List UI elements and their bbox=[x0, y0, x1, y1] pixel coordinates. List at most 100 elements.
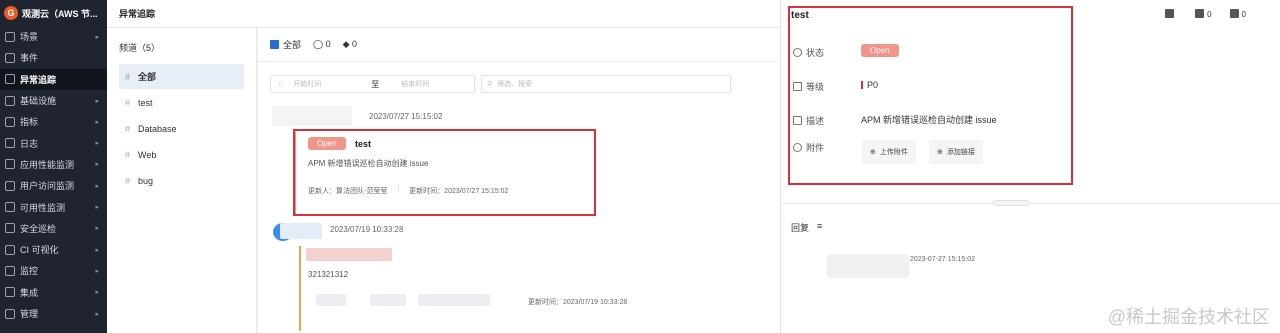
sidebar-item[interactable]: 异常追踪 bbox=[0, 68, 107, 90]
sidebar-item-label: 集成 bbox=[20, 287, 39, 298]
chevron-right-icon: ▸ bbox=[95, 289, 99, 297]
meta-blurred bbox=[370, 294, 406, 306]
level-field-label: 等级 bbox=[793, 80, 824, 93]
page-header: 异常追踪 bbox=[107, 0, 780, 28]
chevron-right-icon: ▸ bbox=[95, 182, 99, 190]
priority-marker bbox=[861, 81, 863, 89]
sidebar-item[interactable]: 事件 bbox=[0, 47, 107, 68]
nav-icon bbox=[5, 308, 15, 319]
tab-all[interactable]: 全部 bbox=[270, 38, 301, 51]
sidebar-item[interactable]: 日志 ▸ bbox=[0, 132, 107, 153]
sidebar-item[interactable]: 应用性能监测 ▸ bbox=[0, 154, 107, 175]
calendar-icon: □ bbox=[279, 80, 284, 88]
sidebar-item[interactable]: 可用性监测 ▸ bbox=[0, 196, 107, 217]
upload-icon: ⊕ bbox=[870, 149, 876, 156]
sidebar-item[interactable]: 基础设施 ▸ bbox=[0, 90, 107, 111]
issue-meta: 更新人：算法团队-范莹莹 | 更新时间：2023/07/27 15:15:02 bbox=[308, 186, 509, 195]
sidebar-item-label: 可用性监测 bbox=[20, 202, 66, 213]
main-sidebar: G 观测云（AWS 节... 场景 ▸ 事件 异常追踪 基础设施 ▸ 指标 ▸ 日志 ▸ 应用性能监… bbox=[0, 0, 107, 333]
sidebar-item[interactable]: 监控 ▸ bbox=[0, 260, 107, 281]
issue-desc: APM 新增错误巡检自动创建 issue bbox=[308, 159, 429, 168]
chevron-right-icon: ▸ bbox=[95, 267, 99, 275]
sidebar-item-label: 安全巡检 bbox=[20, 223, 57, 234]
sidebar-item[interactable]: 管理 ▸ bbox=[0, 303, 107, 324]
flag-icon bbox=[270, 40, 279, 49]
issue-title: test bbox=[355, 139, 372, 149]
page-title: 异常追踪 bbox=[119, 9, 156, 19]
bell-icon bbox=[1229, 9, 1239, 18]
nav-icon bbox=[5, 159, 15, 170]
nav-icon bbox=[5, 202, 15, 213]
bell-count[interactable]: ◆ 0 bbox=[343, 39, 357, 50]
sort-icon[interactable]: ≡ bbox=[817, 221, 822, 234]
nav-icon bbox=[5, 95, 15, 106]
sidebar-item-label: 用户访问监测 bbox=[20, 181, 75, 192]
user-name-blurred bbox=[280, 223, 322, 239]
nav-icon bbox=[5, 223, 15, 234]
channel-item-bug[interactable]: # bug bbox=[119, 168, 244, 193]
search-icon: ⚲ bbox=[487, 81, 493, 88]
avatar-blurred bbox=[272, 106, 352, 126]
sidebar-item[interactable]: 指标 ▸ bbox=[0, 111, 107, 132]
nav-icon bbox=[5, 116, 15, 127]
desc-value[interactable]: APM 新增错误巡检自动创建 issue bbox=[861, 113, 997, 126]
hash-icon: # bbox=[125, 71, 131, 82]
issue-list: 全部 ◯ 0 ◆ 0 □ 开始时间 至 结束时间 ⚲ 筛选、搜索 2023/07… bbox=[258, 28, 780, 333]
date-range-picker[interactable]: □ 开始时间 至 结束时间 bbox=[270, 75, 475, 93]
reply-user-blurred bbox=[827, 254, 909, 278]
level-value[interactable]: P0 bbox=[861, 80, 878, 90]
brand-logo-icon: G bbox=[4, 6, 18, 20]
badge-blurred bbox=[306, 248, 392, 261]
channel-item-test[interactable]: # test bbox=[119, 90, 244, 115]
workspace-name: 观测云（AWS 节... bbox=[22, 8, 98, 19]
sidebar-item[interactable]: 用户访问监测 ▸ bbox=[0, 175, 107, 196]
issue-card[interactable]: Open test APM 新增错误巡检自动创建 issue 更新人：算法团队-… bbox=[296, 129, 596, 217]
sidebar-item-label: 场景 bbox=[20, 32, 39, 43]
sidebar-item-label: 日志 bbox=[20, 138, 39, 149]
sidebar-item-label: 事件 bbox=[20, 53, 39, 64]
desc-field-label: 描述 bbox=[793, 114, 824, 127]
entry-time: 2023/07/27 15:15:02 bbox=[369, 112, 443, 121]
search-input[interactable]: ⚲ 筛选、搜索 bbox=[481, 75, 731, 93]
export-icon bbox=[1165, 9, 1175, 18]
status-value[interactable]: Open bbox=[861, 44, 899, 57]
member-count[interactable]: ◯ 0 bbox=[313, 39, 331, 50]
sidebar-item-label: 应用性能监测 bbox=[20, 159, 75, 170]
sidebar-item[interactable]: CI 可视化 ▸ bbox=[0, 239, 107, 260]
sidebar-item-label: 监控 bbox=[20, 266, 39, 277]
comment-icon bbox=[1195, 9, 1205, 18]
upload-attachment-button[interactable]: ⊕ 上传附件 bbox=[862, 140, 916, 164]
workspace-switcher[interactable]: G 观测云（AWS 节... bbox=[0, 0, 107, 26]
status-icon bbox=[793, 48, 802, 57]
channel-item-all[interactable]: # 全部 bbox=[119, 64, 244, 89]
meta-blurred bbox=[316, 294, 346, 306]
sidebar-item-label: CI 可视化 bbox=[20, 245, 59, 256]
chevron-right-icon: ▸ bbox=[95, 118, 99, 126]
hash-icon: # bbox=[125, 149, 131, 160]
bell-count[interactable]: 0 bbox=[1229, 9, 1246, 19]
channel-item-web[interactable]: # Web bbox=[119, 142, 244, 167]
sidebar-item-label: 异常追踪 bbox=[20, 74, 57, 85]
sidebar-item[interactable]: 场景 ▸ bbox=[0, 26, 107, 47]
channel-item-database[interactable]: # Database bbox=[119, 116, 244, 141]
watermark: @稀土掘金技术社区 bbox=[1107, 307, 1270, 327]
chevron-right-icon: ▸ bbox=[95, 204, 99, 212]
sidebar-item[interactable]: 集成 ▸ bbox=[0, 282, 107, 303]
comment-count[interactable]: 0 bbox=[1195, 9, 1212, 19]
sidebar-item-label: 指标 bbox=[20, 117, 39, 128]
chevron-right-icon: ▸ bbox=[95, 140, 99, 148]
nav-icon bbox=[5, 138, 15, 149]
add-link-button[interactable]: ⊕ 添加链接 bbox=[929, 140, 983, 164]
reply-time: 2023-07-27 15:15:02 bbox=[910, 256, 975, 263]
attach-field-label: 附件 bbox=[793, 141, 824, 154]
panel-divider bbox=[781, 203, 1280, 204]
chevron-right-icon: ▸ bbox=[95, 310, 99, 318]
drawer-title: test bbox=[791, 10, 809, 21]
chevron-right-icon: ▸ bbox=[95, 161, 99, 169]
sidebar-item[interactable]: 安全巡检 ▸ bbox=[0, 218, 107, 239]
export-button[interactable] bbox=[1165, 9, 1177, 19]
sidebar-item-label: 管理 bbox=[20, 309, 39, 319]
nav-icon bbox=[5, 265, 15, 276]
resize-handle[interactable] bbox=[993, 200, 1029, 206]
doc-icon bbox=[793, 116, 802, 125]
